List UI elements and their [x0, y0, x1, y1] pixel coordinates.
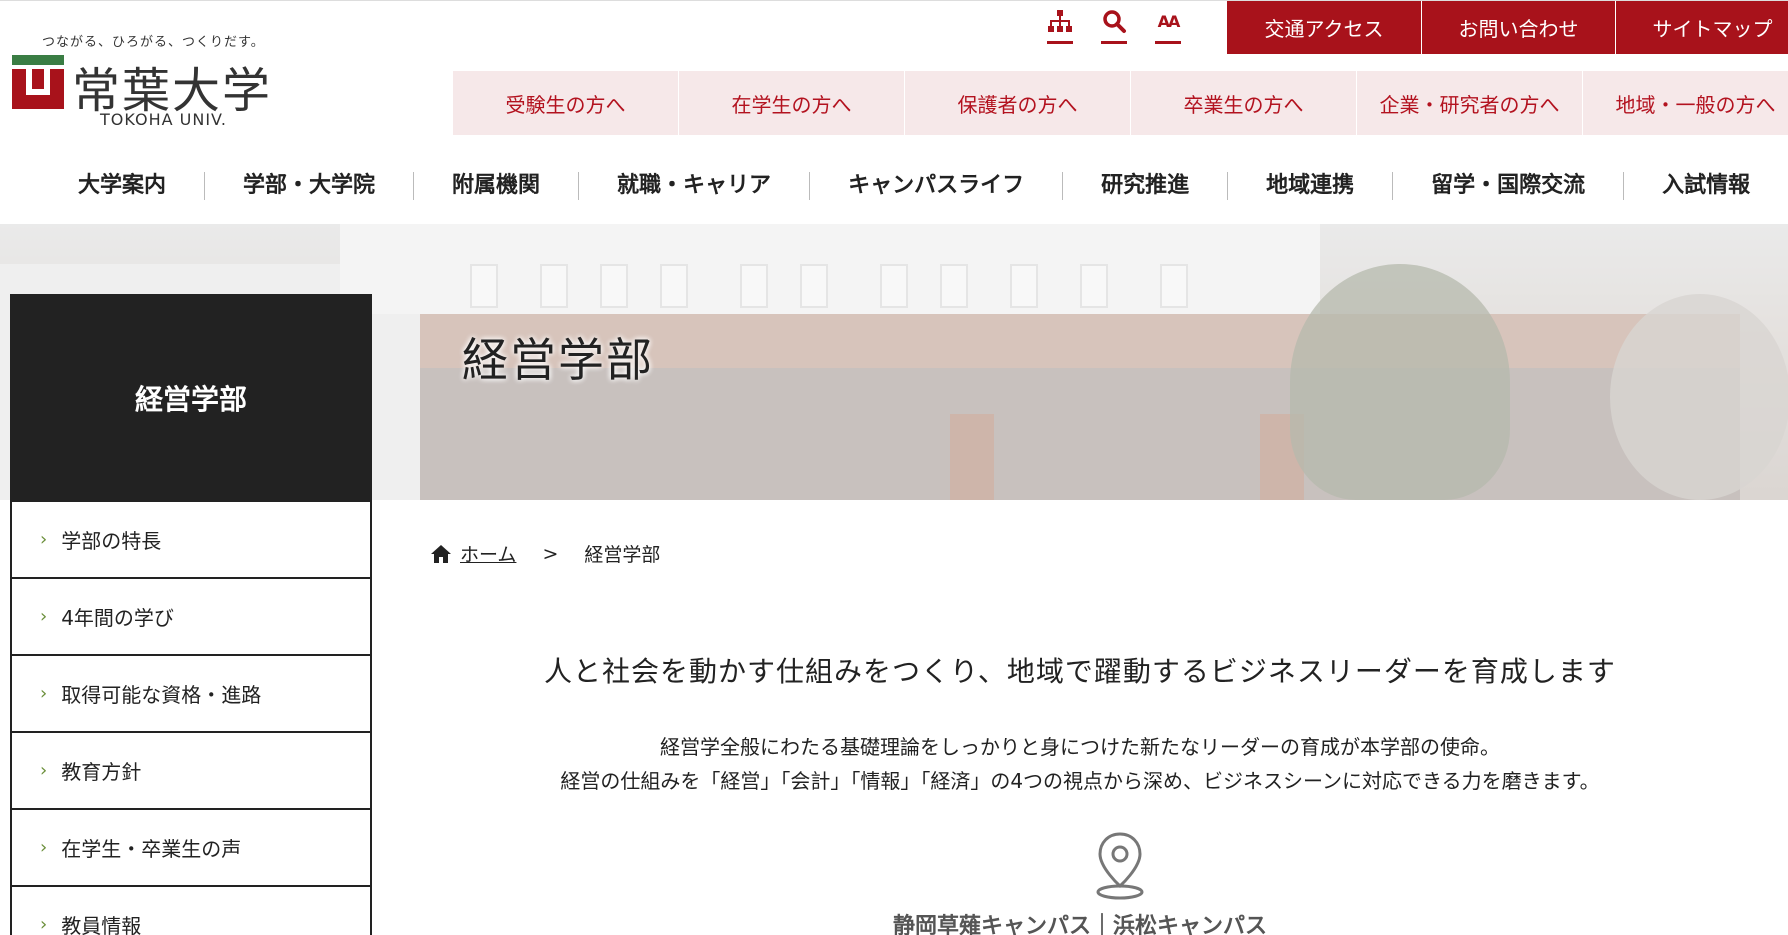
sidebar-item-voices[interactable]: › 在学生・卒業生の声	[10, 810, 372, 887]
site-header: つながる、ひろがる、つくりだす。 常葉大学 TOKOHA UNIV. AA 交通…	[0, 0, 1788, 224]
breadcrumb: ホーム > 経営学部	[430, 540, 660, 567]
sidebar-title[interactable]: 経営学部	[10, 294, 372, 502]
sidebar-item-label: 教育方針	[61, 760, 142, 784]
sidebar-item-features[interactable]: › 学部の特長	[10, 502, 372, 579]
search-icon[interactable]	[1099, 9, 1129, 49]
audience-parents[interactable]: 保護者の方へ	[904, 71, 1130, 135]
nav-about[interactable]: 大学案内	[40, 172, 206, 200]
home-icon	[431, 544, 451, 563]
nav-campus-life[interactable]: キャンパスライフ	[810, 172, 1064, 200]
sidebar-item-label: 教員情報	[61, 914, 142, 935]
campus-label: 静岡草薙キャンパス｜浜松キャンパス	[892, 914, 1267, 935]
chevron-right-icon: ›	[40, 529, 48, 550]
utility-icons: AA	[1045, 9, 1183, 49]
nav-faculties[interactable]: 学部・大学院	[205, 172, 415, 200]
description: 経営学全般にわたる基礎理論をしっかりと身につけた新たなリーダーの育成が本学部の使…	[372, 730, 1788, 798]
description-line: 経営学全般にわたる基礎理論をしっかりと身につけた新たなリーダーの育成が本学部の使…	[660, 735, 1500, 759]
page-title: 経営学部	[462, 333, 654, 387]
sidebar: 経営学部 › 学部の特長 › 4年間の学び › 取得可能な資格・進路 › 教育方…	[10, 294, 372, 935]
global-nav: 大学案内 学部・大学院 附属機関 就職・キャリア キャンパスライフ 研究推進 地…	[40, 161, 1788, 211]
nav-international[interactable]: 留学・国際交流	[1393, 172, 1625, 200]
nav-admissions[interactable]: 入試情報	[1624, 172, 1788, 200]
audience-students[interactable]: 在学生の方へ	[678, 71, 904, 135]
audience-nav: 受験生の方へ 在学生の方へ 保護者の方へ 卒業生の方へ 企業・研究者の方へ 地域…	[452, 71, 1788, 135]
sidebar-item-four-years[interactable]: › 4年間の学び	[10, 579, 372, 656]
breadcrumb-separator: >	[542, 542, 559, 565]
sidebar-item-label: 取得可能な資格・進路	[61, 683, 262, 707]
chevron-right-icon: ›	[40, 760, 48, 781]
search-underline	[1101, 41, 1127, 44]
chevron-right-icon: ›	[40, 914, 48, 935]
sidebar-item-qualifications[interactable]: › 取得可能な資格・進路	[10, 656, 372, 733]
nav-community[interactable]: 地域連携	[1228, 172, 1394, 200]
font-size-icon[interactable]: AA	[1153, 9, 1183, 49]
nav-institutions[interactable]: 附属機関	[414, 172, 580, 200]
audience-community[interactable]: 地域・一般の方へ	[1582, 71, 1788, 135]
chevron-right-icon: ›	[40, 837, 48, 858]
sidebar-item-label: 4年間の学び	[61, 606, 174, 630]
audience-business[interactable]: 企業・研究者の方へ	[1356, 71, 1582, 135]
sidebar-item-label: 在学生・卒業生の声	[61, 837, 242, 861]
nav-research[interactable]: 研究推進	[1063, 172, 1229, 200]
access-link[interactable]: 交通アクセス	[1227, 1, 1421, 54]
font-size-underline	[1155, 41, 1181, 44]
logo-tagline: つながる、ひろがる、つくりだす。	[42, 35, 265, 50]
description-line: 経営の仕組みを「経営」「会計」「情報」「経済」の4つの視点から深め、ビジネスシー…	[560, 769, 1600, 793]
logo-english: TOKOHA UNIV.	[100, 110, 228, 129]
sitemap-icon-graphic	[1048, 10, 1072, 32]
sidebar-item-policy[interactable]: › 教育方針	[10, 733, 372, 810]
location-pin-icon	[1096, 832, 1144, 900]
lead-heading: 人と社会を動かす仕組みをつくり、地域で躍動するビジネスリーダーを育成します	[544, 655, 1616, 688]
chevron-right-icon: ›	[40, 606, 48, 627]
logo-mark-icon[interactable]	[12, 55, 64, 109]
breadcrumb-home-link[interactable]: ホーム	[460, 540, 516, 567]
utility-links: 交通アクセス お問い合わせ サイトマップ	[1227, 1, 1788, 54]
chevron-right-icon: ›	[40, 683, 48, 704]
audience-alumni[interactable]: 卒業生の方へ	[1130, 71, 1356, 135]
sitemap-link[interactable]: サイトマップ	[1615, 1, 1788, 54]
nav-career[interactable]: 就職・キャリア	[579, 172, 811, 200]
sitemap-icon[interactable]	[1045, 9, 1075, 49]
font-size-icon-label: AA	[1157, 12, 1181, 31]
sitemap-underline	[1047, 41, 1073, 44]
sidebar-item-label: 学部の特長	[61, 529, 162, 553]
audience-prospective[interactable]: 受験生の方へ	[452, 71, 678, 135]
contact-link[interactable]: お問い合わせ	[1421, 1, 1615, 54]
search-icon-graphic	[1103, 10, 1126, 33]
breadcrumb-current: 経営学部	[584, 544, 661, 566]
sidebar-item-faculty[interactable]: › 教員情報	[10, 887, 372, 935]
